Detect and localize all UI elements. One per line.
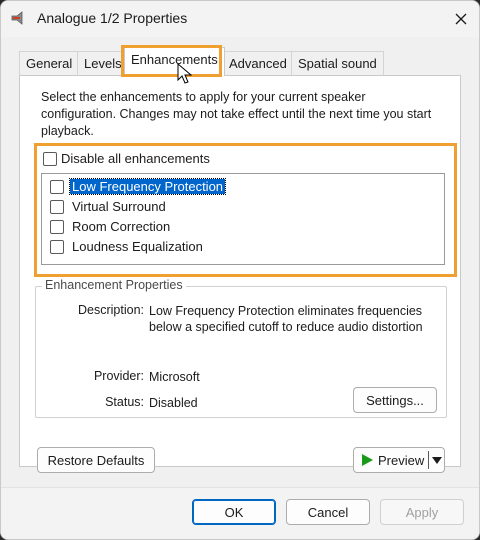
mouse-cursor-icon xyxy=(177,63,193,84)
provider-value: Microsoft xyxy=(149,370,200,384)
properties-window: Analogue 1/2 Properties General Levels E… xyxy=(0,0,480,540)
play-icon xyxy=(362,454,373,466)
dialog-footer: OK Cancel Apply xyxy=(1,487,479,539)
tab-levels[interactable]: Levels xyxy=(77,51,129,75)
restore-defaults-button[interactable]: Restore Defaults xyxy=(37,447,155,473)
list-item-room-correction[interactable]: Room Correction xyxy=(42,217,442,237)
title-bar: Analogue 1/2 Properties xyxy=(1,1,479,37)
settings-button[interactable]: Settings... xyxy=(353,387,437,413)
description-value: Low Frequency Protection eliminates freq… xyxy=(149,304,423,334)
enhancements-list: Low Frequency Protection Virtual Surroun… xyxy=(41,173,445,265)
list-item-virtual-surround[interactable]: Virtual Surround xyxy=(42,197,442,217)
preview-button[interactable]: Preview xyxy=(353,447,445,473)
tab-enhancements[interactable]: Enhancements xyxy=(124,47,225,76)
disable-all-label[interactable]: Disable all enhancements xyxy=(61,151,210,166)
split-divider xyxy=(428,451,429,469)
disable-all-checkbox[interactable] xyxy=(43,152,57,166)
window-title: Analogue 1/2 Properties xyxy=(37,10,188,26)
room-correction-checkbox[interactable] xyxy=(50,220,64,234)
description-label: Description: xyxy=(78,303,144,317)
group-title: Enhancement Properties xyxy=(42,278,186,292)
virtual-surround-checkbox[interactable] xyxy=(50,200,64,214)
instructions-text: Select the enhancements to apply for you… xyxy=(41,90,432,138)
cancel-button[interactable]: Cancel xyxy=(286,499,370,525)
list-item-label: Loudness Equalization xyxy=(72,239,203,254)
list-item-low-frequency-protection[interactable]: Low Frequency Protection xyxy=(42,177,442,197)
list-item-label: Low Frequency Protection xyxy=(68,178,227,195)
close-button[interactable] xyxy=(447,5,475,33)
tab-spatial-sound[interactable]: Spatial sound xyxy=(291,51,384,75)
apply-button[interactable]: Apply xyxy=(380,499,464,525)
tab-advanced[interactable]: Advanced xyxy=(222,51,294,75)
close-icon xyxy=(455,13,467,25)
tab-general[interactable]: General xyxy=(19,51,80,75)
status-value: Disabled xyxy=(149,396,198,410)
list-item-label: Virtual Surround xyxy=(72,199,166,214)
dropdown-arrow-icon[interactable] xyxy=(432,457,442,465)
loudness-equalization-checkbox[interactable] xyxy=(50,240,64,254)
preview-label: Preview xyxy=(378,452,425,468)
provider-label: Provider: xyxy=(93,369,144,383)
ok-button[interactable]: OK xyxy=(192,499,276,525)
list-item-label: Room Correction xyxy=(72,219,171,234)
low-frequency-protection-checkbox[interactable] xyxy=(50,180,64,194)
speaker-app-icon xyxy=(11,11,23,25)
status-label: Status: xyxy=(105,395,144,409)
list-item-loudness-equalization[interactable]: Loudness Equalization xyxy=(42,237,442,257)
